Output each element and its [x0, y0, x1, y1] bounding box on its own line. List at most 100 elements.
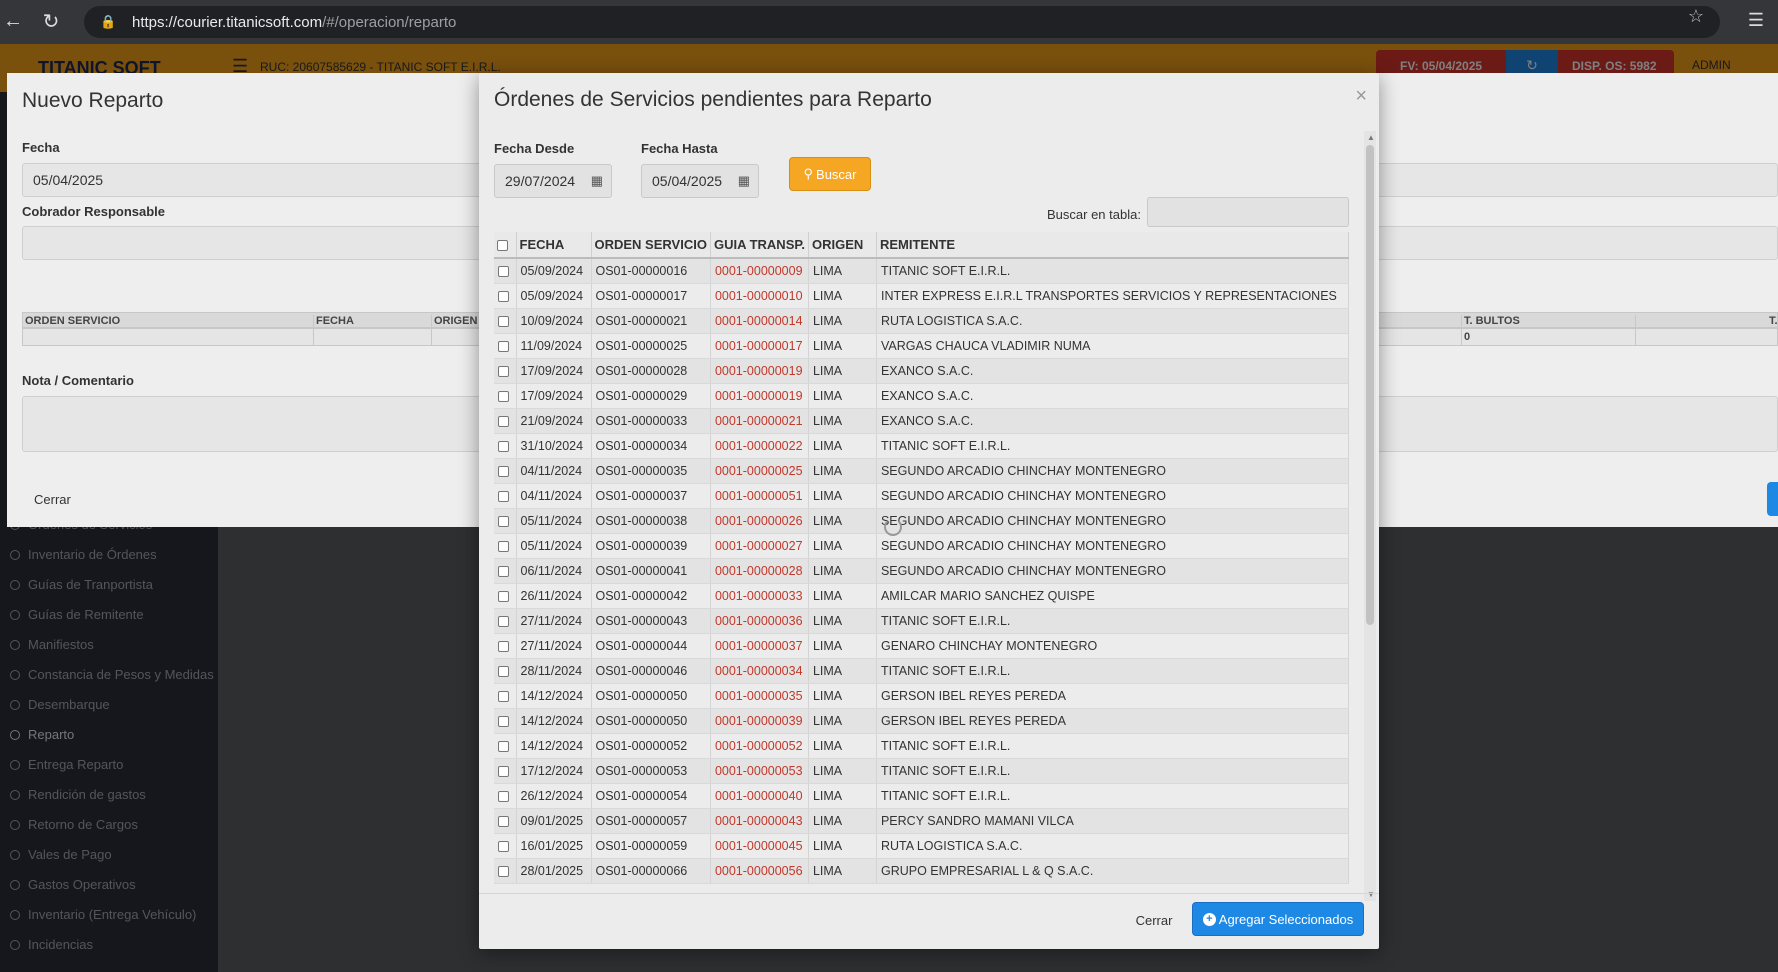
col-orden-servicio[interactable]: ORDEN SERVICIO — [591, 232, 711, 259]
table-row[interactable]: 10/09/2024 OS01-00000021 0001-00000014 LIMA… — [494, 308, 1350, 334]
table-row[interactable]: 17/09/2024 OS01-00000028 0001-00000019 LIMA… — [494, 358, 1350, 384]
agregar-seleccionados-button[interactable]: + Agregar Seleccionados — [1192, 902, 1364, 936]
row-checkbox[interactable] — [494, 483, 517, 509]
cell-remitente: TITANIC SOFT E.I.R.L. — [876, 783, 1350, 809]
table-row[interactable]: 04/11/2024 OS01-00000037 0001-00000051 LIMA… — [494, 483, 1350, 509]
table-row[interactable]: 05/09/2024 OS01-00000016 0001-00000009 LIMA… — [494, 258, 1350, 284]
checkbox-icon — [498, 315, 509, 327]
cell-remitente: EXANCO S.A.C. — [876, 408, 1350, 434]
table-row[interactable]: 27/11/2024 OS01-00000043 0001-00000036 LIMA… — [494, 608, 1350, 634]
bookmark-star-icon[interactable]: ☆ — [1688, 6, 1704, 27]
row-checkbox[interactable] — [494, 783, 517, 809]
col-divider — [1635, 315, 1636, 329]
row-checkbox[interactable] — [494, 658, 517, 684]
cell-remitente: GERSON IBEL REYES PEREDA — [876, 708, 1350, 734]
table-row[interactable]: 04/11/2024 OS01-00000035 0001-00000025 LIMA… — [494, 458, 1350, 484]
table-row[interactable]: 26/12/2024 OS01-00000054 0001-00000040 LIMA… — [494, 783, 1350, 809]
checkbox-icon — [498, 365, 509, 377]
row-checkbox[interactable] — [494, 333, 517, 359]
table-row[interactable]: 05/09/2024 OS01-00000017 0001-00000010 LIMA… — [494, 283, 1350, 309]
select-all-checkbox[interactable] — [494, 232, 517, 259]
cell-remitente: TITANIC SOFT E.I.R.L. — [876, 433, 1350, 459]
row-checkbox[interactable] — [494, 383, 517, 409]
row-checkbox[interactable] — [494, 508, 517, 534]
table-row[interactable]: 28/01/2025 OS01-00000066 0001-00000056 LIMA… — [494, 858, 1350, 884]
checkbox-icon — [498, 440, 509, 452]
table-row[interactable]: 14/12/2024 OS01-00000050 0001-00000039 LIMA… — [494, 708, 1350, 734]
calendar-icon[interactable]: ▦ — [591, 173, 603, 189]
table-row[interactable]: 05/11/2024 OS01-00000039 0001-00000027 LIMA… — [494, 533, 1350, 559]
cell-origen: LIMA — [808, 608, 877, 634]
row-checkbox[interactable] — [494, 683, 517, 709]
row-checkbox[interactable] — [494, 533, 517, 559]
close-icon[interactable]: × — [1355, 85, 1367, 108]
table-row[interactable]: 06/11/2024 OS01-00000041 0001-00000028 LIMA… — [494, 558, 1350, 584]
table-row[interactable]: 05/11/2024 OS01-00000038 0001-00000026 LIMA… — [494, 508, 1350, 534]
cell-remitente: GERSON IBEL REYES PEREDA — [876, 683, 1350, 709]
table-row[interactable]: 14/12/2024 OS01-00000052 0001-00000052 LIMA… — [494, 733, 1350, 759]
table-row[interactable]: 31/10/2024 OS01-00000034 0001-00000022 LIMA… — [494, 433, 1350, 459]
table-row[interactable]: 28/11/2024 OS01-00000046 0001-00000034 LIMA… — [494, 658, 1350, 684]
row-checkbox[interactable] — [494, 608, 517, 634]
cell-fecha: 26/12/2024 — [516, 783, 592, 809]
row-checkbox[interactable] — [494, 633, 517, 659]
cell-fecha: 14/12/2024 — [516, 683, 592, 709]
row-checkbox[interactable] — [494, 458, 517, 484]
row-checkbox[interactable] — [494, 758, 517, 784]
cell-guia-transp: 0001-00000014 — [710, 308, 809, 334]
row-checkbox[interactable] — [494, 583, 517, 609]
ordenes-pendientes-modal: Órdenes de Servicios pendientes para Rep… — [479, 73, 1379, 949]
table-row[interactable]: 26/11/2024 OS01-00000042 0001-00000033 LIMA… — [494, 583, 1350, 609]
table-row[interactable]: 09/01/2025 OS01-00000057 0001-00000043 LIMA… — [494, 808, 1350, 834]
row-checkbox[interactable] — [494, 733, 517, 759]
col-origen: ORIGEN — [434, 315, 478, 327]
table-row[interactable]: 17/09/2024 OS01-00000029 0001-00000019 LIMA… — [494, 383, 1350, 409]
row-checkbox[interactable] — [494, 808, 517, 834]
col-fecha[interactable]: FECHA — [516, 232, 592, 259]
buscar-tabla-input[interactable] — [1147, 197, 1349, 227]
fecha-hasta-input[interactable]: 05/04/2025 ▦ — [641, 164, 759, 198]
table-row[interactable]: 21/09/2024 OS01-00000033 0001-00000021 LIMA… — [494, 408, 1350, 434]
cell-fecha: 17/09/2024 — [516, 358, 592, 384]
row-checkbox[interactable] — [494, 358, 517, 384]
cell-guia-transp: 0001-00000034 — [710, 658, 809, 684]
fecha-desde-input[interactable]: 29/07/2024 ▦ — [494, 164, 612, 198]
row-checkbox[interactable] — [494, 833, 517, 859]
table-row[interactable]: 16/01/2025 OS01-00000059 0001-00000045 LIMA… — [494, 833, 1350, 859]
url-path: /#/operacion/reparto — [322, 13, 457, 31]
cerrar-button[interactable]: Cerrar — [1124, 904, 1184, 936]
reload-icon[interactable]: ↻ — [34, 4, 68, 38]
row-checkbox[interactable] — [494, 408, 517, 434]
extensions-icon[interactable]: ☰ — [1748, 10, 1764, 31]
col-origen[interactable]: ORIGEN — [808, 232, 877, 259]
cell-remitente: TITANIC SOFT E.I.R.L. — [876, 733, 1350, 759]
table-row[interactable]: 17/12/2024 OS01-00000053 0001-00000053 LIMA… — [494, 758, 1350, 784]
col-guia-transp[interactable]: GUIA TRANSP. — [710, 232, 809, 259]
row-checkbox[interactable] — [494, 433, 517, 459]
address-bar[interactable]: 🔒 https://courier.titanicsoft.com/#/oper… — [84, 6, 1720, 38]
cell-guia-transp: 0001-00000040 — [710, 783, 809, 809]
row-checkbox[interactable] — [494, 308, 517, 334]
cell-origen: LIMA — [808, 283, 877, 309]
cell-guia-transp: 0001-00000021 — [710, 408, 809, 434]
row-checkbox[interactable] — [494, 258, 517, 284]
cell-guia-transp: 0001-00000035 — [710, 683, 809, 709]
table-row[interactable]: 14/12/2024 OS01-00000050 0001-00000035 LIMA… — [494, 683, 1350, 709]
row-checkbox[interactable] — [494, 283, 517, 309]
row-checkbox[interactable] — [494, 858, 517, 884]
modal-footer: Cerrar + Agregar Seleccionados — [479, 893, 1379, 949]
save-button[interactable] — [1767, 482, 1778, 516]
cell-origen: LIMA — [808, 858, 877, 884]
lock-icon: 🔒 — [100, 14, 117, 29]
row-checkbox[interactable] — [494, 558, 517, 584]
cell-fecha: 17/09/2024 — [516, 383, 592, 409]
calendar-icon[interactable]: ▦ — [738, 173, 750, 189]
col-remitente[interactable]: REMITENTE — [876, 232, 1350, 259]
table-row[interactable]: 11/09/2024 OS01-00000025 0001-00000017 LIMA… — [494, 333, 1350, 359]
cerrar-button[interactable]: Cerrar — [34, 492, 71, 507]
buscar-button[interactable]: ⚲ Buscar — [789, 157, 871, 191]
back-icon[interactable]: ← — [0, 4, 30, 38]
cell-guia-transp: 0001-00000056 — [710, 858, 809, 884]
table-row[interactable]: 27/11/2024 OS01-00000044 0001-00000037 LIMA… — [494, 633, 1350, 659]
row-checkbox[interactable] — [494, 708, 517, 734]
